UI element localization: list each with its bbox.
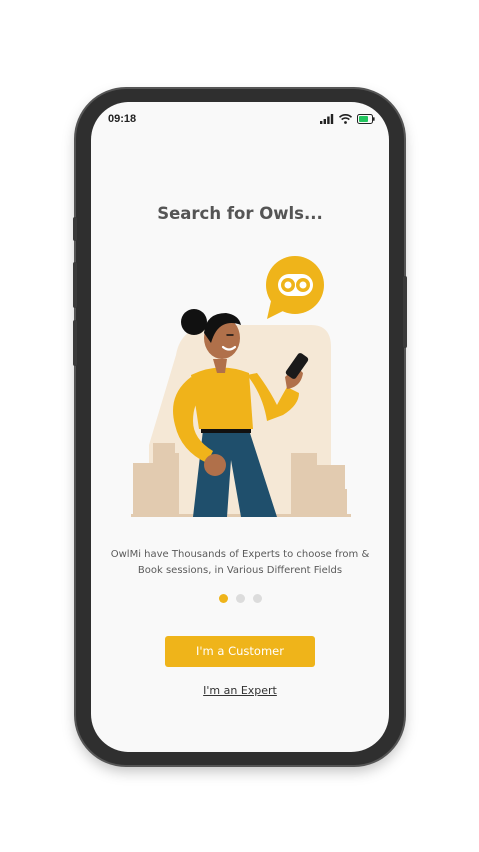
- phone-power-button: [403, 276, 407, 348]
- page-title: Search for Owls...: [157, 204, 323, 223]
- page-dot-1[interactable]: [218, 594, 228, 603]
- wifi-icon: [339, 114, 352, 124]
- page-dot-2[interactable]: [235, 594, 245, 603]
- status-icons: [320, 112, 375, 126]
- status-bar: 09:18: [91, 102, 389, 134]
- battery-icon: [357, 114, 375, 124]
- status-time: 09:18: [108, 113, 137, 125]
- customer-button[interactable]: I'm a Customer: [165, 636, 315, 667]
- page-dot-3[interactable]: [252, 594, 262, 603]
- onboarding-illustration: [131, 256, 351, 517]
- phone-mute-switch: [73, 217, 77, 241]
- onboarding-description: OwlMi have Thousands of Experts to choos…: [110, 549, 370, 576]
- owl-eyes-icon: [266, 256, 324, 319]
- expert-link[interactable]: I'm an Expert: [91, 684, 389, 697]
- phone-volume-down: [73, 320, 77, 366]
- page-indicator: [91, 594, 389, 603]
- signal-icon: [320, 114, 334, 124]
- phone-screen: 09:18 Search for Owls... OwlMi have Thou…: [91, 102, 389, 752]
- phone-volume-up: [73, 262, 77, 308]
